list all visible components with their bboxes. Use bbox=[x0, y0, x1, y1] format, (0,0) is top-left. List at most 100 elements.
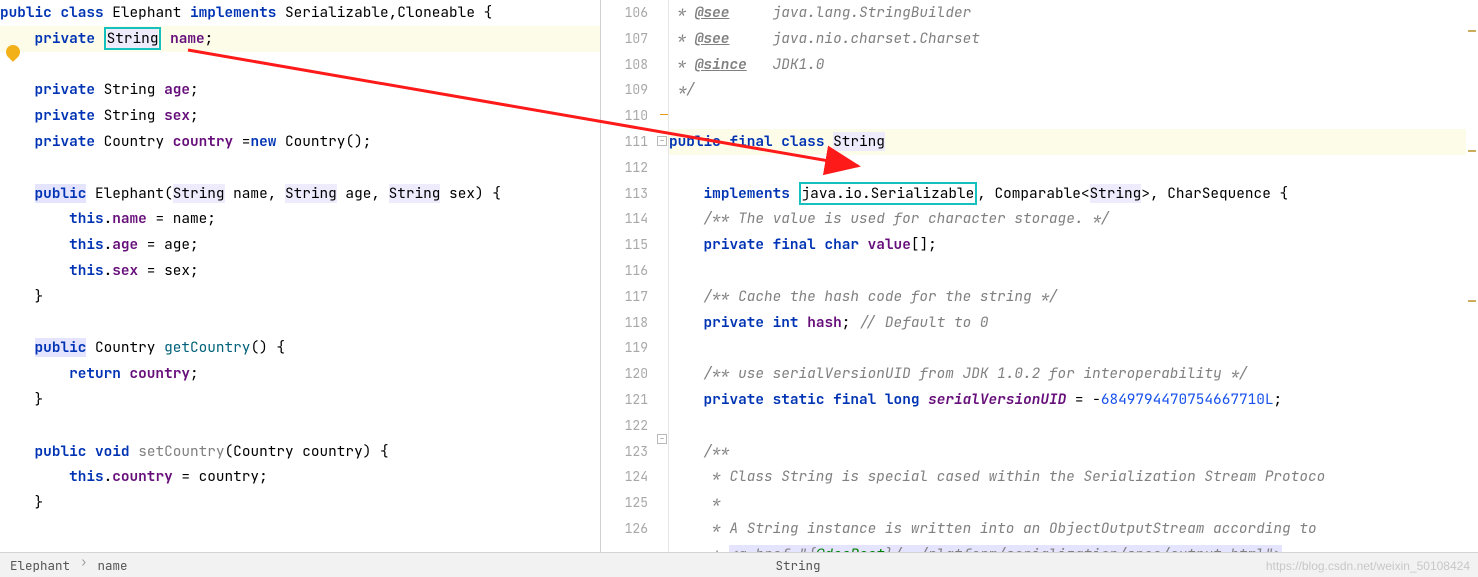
code-token: int bbox=[773, 313, 799, 332]
right-gutter: 1061071081091101111121131141151161171181… bbox=[601, 0, 669, 552]
line-number: 117 bbox=[601, 284, 668, 310]
code-line[interactable]: * @see java.lang.StringBuilder bbox=[669, 3, 971, 22]
highlight-box: String bbox=[104, 27, 162, 50]
code-token: setCountry bbox=[138, 442, 224, 461]
code-line[interactable]: * bbox=[669, 493, 721, 512]
code-token: ; bbox=[190, 364, 199, 383]
code-token: /** use serialVersionUID from JDK 1.0.2 … bbox=[704, 364, 1248, 383]
code-line[interactable]: * @since JDK1.0 bbox=[669, 55, 824, 74]
code-line[interactable]: private Country country =new Country(); bbox=[0, 132, 371, 151]
code-line[interactable]: private final char value[]; bbox=[669, 235, 937, 254]
code-token: java.nio.charset.Charset bbox=[729, 29, 979, 48]
code-line[interactable] bbox=[0, 313, 9, 332]
code-line[interactable]: public Elephant(String name, String age,… bbox=[0, 184, 501, 203]
code-line[interactable]: this.age = age; bbox=[0, 235, 199, 254]
code-token: name, bbox=[225, 184, 285, 203]
code-token: Country bbox=[95, 132, 173, 151]
code-token: 6849794470754667710L bbox=[1101, 390, 1274, 409]
code-line[interactable]: this.name = name; bbox=[0, 209, 216, 228]
left-code-area[interactable]: public class Elephant implements Seriali… bbox=[0, 0, 600, 542]
code-token bbox=[764, 313, 773, 332]
line-number: 118 bbox=[601, 310, 668, 336]
code-token: country bbox=[112, 467, 172, 486]
breadcrumb-item[interactable]: name bbox=[88, 553, 138, 577]
code-line[interactable]: * Class String is special cased within t… bbox=[669, 467, 1325, 486]
code-line[interactable]: } bbox=[0, 390, 43, 409]
code-token: Country bbox=[86, 338, 164, 357]
code-token: final bbox=[833, 390, 876, 409]
code-token: java.lang.StringBuilder bbox=[729, 3, 971, 22]
code-line[interactable]: * @see java.nio.charset.Charset bbox=[669, 29, 980, 48]
code-token: return bbox=[69, 364, 121, 383]
code-token: final bbox=[773, 235, 816, 254]
code-line[interactable]: */ bbox=[669, 80, 695, 99]
editor-left-pane[interactable]: public class Elephant implements Seriali… bbox=[0, 0, 600, 552]
code-line[interactable]: * A String instance is written into an O… bbox=[669, 519, 1317, 538]
code-line[interactable]: public void setCountry(Country country) … bbox=[0, 442, 389, 461]
line-number: 126 bbox=[601, 516, 668, 542]
code-token: class bbox=[60, 3, 103, 22]
code-line[interactable]: private String sex; bbox=[0, 106, 199, 125]
code-token: sex bbox=[112, 261, 138, 280]
code-token: . bbox=[104, 261, 113, 280]
code-line[interactable]: this.sex = sex; bbox=[0, 261, 199, 280]
code-token: String bbox=[95, 80, 164, 99]
code-token: country bbox=[173, 132, 233, 151]
fold-handle-icon[interactable]: – bbox=[657, 136, 667, 146]
code-token: Elephant( bbox=[86, 184, 172, 203]
code-line[interactable] bbox=[0, 416, 9, 435]
right-code-area[interactable]: * @see java.lang.StringBuilder * @see ja… bbox=[669, 0, 1478, 552]
watermark-text: https://blog.csdn.net/weixin_50108424 bbox=[1266, 559, 1470, 573]
code-token bbox=[799, 313, 808, 332]
code-token: * A String instance is written into an O… bbox=[669, 519, 1317, 538]
code-line[interactable]: private String age; bbox=[0, 80, 199, 99]
code-token bbox=[161, 29, 170, 48]
code-line[interactable]: /** bbox=[669, 442, 729, 461]
code-token: public bbox=[35, 338, 87, 357]
code-line[interactable]: public Country getCountry() { bbox=[0, 338, 285, 357]
code-token: } bbox=[0, 493, 43, 512]
code-token: class bbox=[781, 132, 824, 151]
code-token bbox=[669, 390, 704, 409]
code-token: []; bbox=[911, 235, 937, 254]
code-line[interactable] bbox=[0, 519, 9, 538]
code-line[interactable]: } bbox=[0, 287, 43, 306]
code-token: name bbox=[170, 29, 205, 48]
code-line[interactable]: public class Elephant implements Seriali… bbox=[0, 3, 492, 22]
code-line[interactable]: this.country = country; bbox=[0, 467, 268, 486]
editor-right-pane[interactable]: 1061071081091101111121131141151161171181… bbox=[601, 0, 1478, 552]
code-line[interactable]: /** Cache the hash code for the string *… bbox=[669, 287, 1058, 306]
code-line[interactable]: private int hash; // Default to 0 bbox=[669, 313, 989, 332]
code-token bbox=[824, 132, 833, 151]
code-line[interactable]: implements java.io.Serializable, Compara… bbox=[669, 182, 1288, 205]
error-stripe[interactable] bbox=[1466, 0, 1478, 552]
breadcrumb-item[interactable]: Elephant bbox=[0, 553, 80, 577]
code-line[interactable]: private static final long serialVersionU… bbox=[669, 390, 1282, 409]
breadcrumb-item[interactable]: String bbox=[766, 553, 831, 577]
code-token bbox=[0, 519, 9, 538]
code-token: String bbox=[389, 184, 441, 203]
code-line[interactable] bbox=[0, 158, 9, 177]
code-token: getCountry bbox=[164, 338, 250, 357]
code-token: java.io.Serializable bbox=[802, 184, 975, 203]
code-token bbox=[859, 235, 868, 254]
code-line[interactable]: return country; bbox=[0, 364, 199, 383]
code-token: <a href="{ bbox=[729, 545, 815, 552]
code-token: static bbox=[773, 390, 825, 409]
code-line[interactable]: private String name; bbox=[0, 26, 600, 52]
code-token: private bbox=[35, 106, 95, 125]
code-line[interactable]: * <a href="{@docRoot}/../platform/serial… bbox=[669, 545, 1282, 552]
code-token: country bbox=[130, 364, 190, 383]
code-line[interactable]: /** use serialVersionUID from JDK 1.0.2 … bbox=[669, 364, 1248, 383]
code-line[interactable]: /** The value is used for character stor… bbox=[669, 209, 1109, 228]
code-line[interactable]: public final class String bbox=[669, 129, 1478, 155]
code-token: void bbox=[95, 442, 130, 461]
code-line[interactable]: } bbox=[0, 493, 43, 512]
fold-handle-icon[interactable]: – bbox=[657, 434, 667, 444]
code-token bbox=[764, 390, 773, 409]
code-token bbox=[0, 29, 35, 48]
code-token: ; bbox=[842, 313, 859, 332]
code-token bbox=[669, 442, 704, 461]
code-token: . bbox=[104, 467, 113, 486]
code-token bbox=[0, 184, 35, 203]
